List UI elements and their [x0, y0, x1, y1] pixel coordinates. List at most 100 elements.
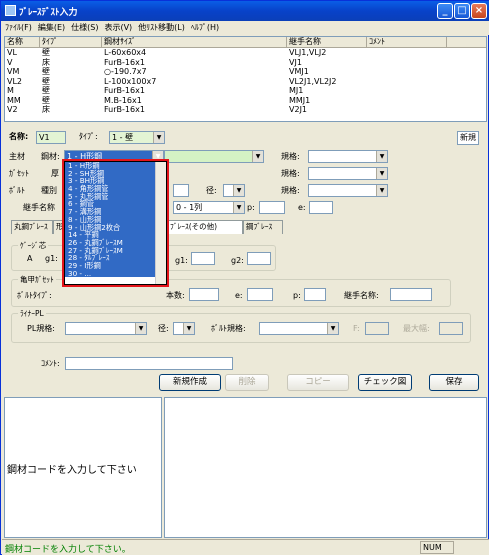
joint-combo[interactable]: 0 - 1列 ▼: [173, 201, 245, 214]
table-row[interactable]: VL2 壁 L-100x100x7 VL2J1,VL2J2: [5, 77, 486, 87]
chevron-down-icon: ▼: [183, 323, 194, 334]
copy-button[interactable]: コピー: [287, 374, 349, 391]
liner-title: ﾗｲﾅｰPL: [18, 308, 46, 319]
col-size[interactable]: 鋼材ｻｲｽﾞ: [102, 37, 287, 47]
table-cell: V: [7, 57, 13, 67]
gusset-spec-combo[interactable]: ▼: [308, 167, 388, 180]
name-field[interactable]: V1: [36, 131, 66, 144]
create-button[interactable]: 新規作成: [159, 374, 221, 391]
table-cell: VM: [7, 67, 20, 76]
status-bar: 鋼材コードを入力して下さい。 NUM: [2, 539, 489, 555]
liner-max-field: [439, 322, 463, 335]
kame-e-label: e:: [235, 291, 243, 300]
close-button[interactable]: ×: [471, 3, 487, 19]
steel-size-combo[interactable]: ▼: [164, 150, 264, 163]
table-row[interactable]: MM 壁 M.B-16x1 MMJ1: [5, 96, 486, 106]
table-cell: 床: [42, 105, 50, 114]
e-field[interactable]: [309, 201, 333, 214]
table-cell: ○-190.7x7: [104, 67, 147, 76]
kame-p-field[interactable]: [304, 288, 326, 301]
table-cell: [367, 67, 447, 77]
col-type[interactable]: ﾀｲﾌﾟ: [40, 37, 102, 47]
tab-brace-other[interactable]: ﾌﾞﾚｰｽ(その他): [167, 220, 243, 234]
minimize-button[interactable]: _: [437, 3, 453, 19]
g2-field[interactable]: [247, 252, 271, 265]
kind-field[interactable]: [173, 184, 189, 197]
table-cell: VMJ1: [289, 67, 309, 76]
type-label: ﾀｲﾌﾟ:: [79, 132, 98, 141]
kame-e-field[interactable]: [247, 288, 273, 301]
table-row[interactable]: VL 壁 L-60x60x4 VLJ1,VLJ2: [5, 48, 486, 58]
spec-combo[interactable]: ▼: [308, 150, 388, 163]
table-cell: M.B-16x1: [104, 95, 142, 105]
dia-label: 径:: [206, 186, 217, 195]
table-cell: [367, 77, 447, 87]
table-cell: [367, 48, 447, 58]
table-cell: [367, 86, 447, 96]
status-text: 鋼材コードを入力して下さい。: [5, 545, 131, 555]
liner-bolt-spec-label: ﾎﾞﾙﾄ規格:: [211, 324, 246, 333]
dropdown-scrollbar[interactable]: [155, 162, 166, 284]
kame-bolt-type-label: ﾎﾞﾙﾄﾀｲﾌﾟ:: [17, 291, 52, 300]
liner-dia-combo[interactable]: ▼: [173, 322, 195, 335]
menu-view[interactable]: 表示(V): [101, 21, 135, 34]
p-label: p:: [247, 203, 255, 212]
name-label: 名称:: [9, 132, 29, 141]
bolt-spec-combo[interactable]: ▼: [308, 184, 388, 197]
tab-round-brace[interactable]: 丸鋼ﾌﾞﾚｰｽ: [11, 220, 53, 234]
table-cell: 床: [42, 57, 50, 67]
chevron-down-icon: ▼: [233, 202, 244, 213]
liner-spec-label: PL規格:: [27, 324, 55, 333]
menu-edit[interactable]: 編集(E): [35, 21, 68, 34]
brace-list[interactable]: 名称 ﾀｲﾌﾟ 鋼材ｻｲｽﾞ 継手名称 ｺﾒﾝﾄ VL 壁 L-60x60x4 VLJ…: [4, 36, 487, 122]
kame-count-label: 本数:: [166, 291, 185, 300]
spec-label: 規格:: [281, 152, 300, 161]
kame-joint-field[interactable]: [390, 288, 432, 301]
table-row[interactable]: V 床 FurB-16x1 VJ1: [5, 58, 486, 68]
menu-help[interactable]: ﾍﾙﾌﾟ(H): [188, 21, 222, 34]
message-text: 鋼材コードを入力して下さい: [7, 465, 137, 476]
liner-bolt-spec-combo[interactable]: ▼: [259, 322, 339, 335]
dia-combo[interactable]: ▼: [223, 184, 245, 197]
table-cell: [367, 96, 447, 106]
comment-field[interactable]: [65, 357, 233, 370]
g1-field[interactable]: [191, 252, 215, 265]
steel-dropdown-list[interactable]: 1 - H形鋼 2 - SH形鋼 3 - BH形鋼 4 - 角形鋼管 5 - 丸形鋼管 6…: [62, 159, 169, 287]
col-joint[interactable]: 継手名称: [287, 37, 367, 47]
dropdown-item[interactable]: 30 - ...: [65, 269, 166, 278]
delete-button[interactable]: 削除: [225, 374, 269, 391]
check-button[interactable]: チェック図: [358, 374, 412, 391]
table-row[interactable]: V2 床 FurB-16x1 V2J1: [5, 105, 486, 115]
type-combo[interactable]: 1 - 壁 ▼: [109, 131, 165, 144]
save-button[interactable]: 保存: [429, 374, 479, 391]
table-cell: 壁: [42, 76, 50, 86]
spec-label-3: 規格:: [281, 186, 300, 195]
kame-count-field[interactable]: [189, 288, 219, 301]
gusset-label: ｶﾞｾｯﾄ: [9, 169, 29, 178]
p-field[interactable]: [259, 201, 285, 214]
table-cell: VL2: [7, 76, 23, 86]
maximize-button[interactable]: □: [454, 3, 470, 19]
kame-title: 亀甲ｶﾞｾｯﾄ: [18, 274, 56, 285]
menu-move[interactable]: 他ﾘｽﾄ移動(L): [135, 21, 188, 34]
table-cell: 壁: [42, 95, 50, 105]
liner-spec-combo[interactable]: ▼: [65, 322, 147, 335]
col-name[interactable]: 名称: [5, 37, 40, 47]
menu-spec[interactable]: 仕様(S): [68, 21, 101, 34]
table-cell: MM: [7, 95, 21, 105]
kame-joint-label: 継手名称:: [344, 291, 379, 300]
table-row[interactable]: VM 壁 ○-190.7x7 VMJ1: [5, 67, 486, 77]
table-row[interactable]: M 壁 FurB-16x1 MJ1: [5, 86, 486, 96]
table-cell: L-100x100x7: [104, 76, 157, 86]
col-comment[interactable]: ｺﾒﾝﾄ: [367, 37, 447, 47]
spec-label-2: 規格:: [281, 169, 300, 178]
table-cell: VL: [7, 48, 17, 57]
menu-file[interactable]: ﾌｧｲﾙ(F): [2, 21, 35, 34]
chevron-down-icon: ▼: [376, 168, 387, 179]
window-title: ﾌﾞﾚｰｽﾃﾞｽﾄ入力: [19, 8, 78, 18]
app-icon: [5, 5, 16, 16]
tab-steel-brace[interactable]: 鋼ﾌﾞﾚｰｽ: [243, 220, 283, 234]
message-panel: 鋼材コードを入力して下さい: [4, 397, 162, 538]
table-cell: 壁: [42, 48, 50, 57]
table-cell: MMJ1: [289, 95, 311, 105]
